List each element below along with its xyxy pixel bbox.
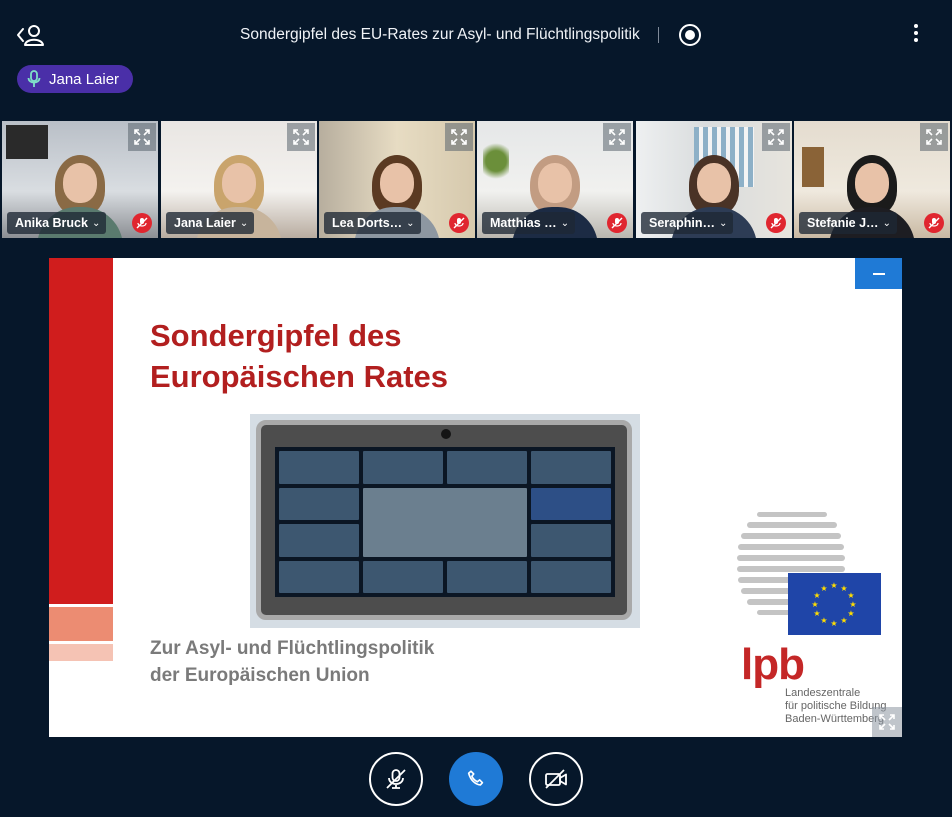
slide-title-line: Sondergipfel des [150, 318, 402, 353]
top-bar: Sondergipfel des EU-Rates zur Asyl- und … [0, 0, 952, 68]
lpb-logo-text: lpb [741, 640, 805, 689]
expand-icon [451, 129, 467, 145]
slide-subtitle-line: der Europäischen Union [150, 665, 370, 686]
minimize-icon [872, 272, 885, 275]
chevron-down-icon: ⌄ [719, 217, 728, 229]
participant-name-menu[interactable]: Lea Dorts… ⌄ [324, 212, 421, 234]
muted-microphone-icon [766, 213, 786, 233]
participant-name: Seraphin… [649, 216, 715, 230]
participant-name-menu[interactable]: Seraphin… ⌄ [641, 212, 734, 234]
participant-name: Matthias … [490, 216, 557, 230]
chevron-down-icon: ⌄ [91, 217, 101, 229]
svg-text:★: ★ [830, 581, 837, 590]
more-options-icon [914, 24, 918, 28]
expand-video-button[interactable] [920, 123, 948, 151]
svg-text:★: ★ [820, 616, 827, 625]
svg-text:★: ★ [847, 591, 854, 600]
expand-icon [609, 129, 625, 145]
users-toggle-icon [17, 25, 44, 46]
muted-microphone-icon [607, 213, 627, 233]
camera-dot [441, 429, 451, 439]
muted-microphone-icon [132, 213, 152, 233]
participant-name: Anika Bruck [15, 216, 88, 230]
video-tile[interactable]: Lea Dorts… ⌄ [319, 121, 475, 238]
expand-icon [134, 129, 150, 145]
slide-subtitle-line: Zur Asyl- und Flüchtlingspolitik [150, 638, 435, 659]
muted-microphone-icon [924, 213, 944, 233]
talking-indicator[interactable]: Jana Laier [17, 65, 134, 93]
slide-title-line: Europäischen Rates [150, 359, 449, 394]
expand-icon [768, 129, 784, 145]
lpb-subtext-line: Landeszentrale [785, 687, 861, 699]
minimize-presentation-button[interactable] [855, 258, 902, 289]
plant-decoration [483, 139, 509, 183]
chevron-down-icon: ⌄ [239, 217, 249, 229]
record-icon[interactable] [678, 24, 701, 46]
video-tile[interactable]: Jana Laier ⌄ [161, 121, 317, 238]
presentation-slide: Sondergipfel des Europäischen Rates Zur … [49, 258, 902, 737]
video-tile[interactable]: Stefanie J… ⌄ [794, 121, 950, 238]
chevron-down-icon: ⌄ [882, 217, 891, 229]
users-toggle-button[interactable] [14, 20, 50, 50]
fullscreen-button[interactable] [872, 707, 902, 737]
participant-name-menu[interactable]: Anika Bruck ⌄ [7, 212, 107, 234]
title-divider [657, 27, 659, 43]
participant-name-menu[interactable]: Matthias … ⌄ [482, 212, 576, 234]
participant-name-menu[interactable]: Stefanie J… ⌄ [799, 212, 897, 234]
wall-poster [6, 125, 48, 159]
leave-audio-button[interactable] [449, 752, 503, 806]
video-conference-grid [275, 447, 615, 597]
microphone-icon [27, 70, 41, 87]
door-frame [802, 147, 824, 187]
chevron-down-icon: ⌄ [560, 217, 570, 229]
monitor-image [256, 420, 632, 620]
expand-icon [293, 129, 309, 145]
video-tile[interactable]: Seraphin… ⌄ [636, 121, 792, 238]
participant-name: Jana Laier [174, 216, 236, 230]
slide-accent-bar [49, 258, 113, 604]
fullscreen-icon [879, 714, 895, 730]
video-toggle-button[interactable] [529, 752, 583, 806]
slide-title: Sondergipfel des Europäischen Rates [150, 315, 448, 397]
svg-text:★: ★ [811, 600, 818, 609]
expand-video-button[interactable] [128, 123, 156, 151]
slide-subtitle: Zur Asyl- und Flüchtlingspolitik der Eur… [150, 635, 434, 689]
slide-accent-bar [49, 644, 113, 661]
chevron-down-icon: ⌄ [406, 217, 415, 229]
more-options-button[interactable] [906, 22, 926, 48]
video-tile[interactable]: Matthias … ⌄ [477, 121, 633, 238]
slide-photo [250, 414, 640, 628]
svg-text:★: ★ [840, 616, 847, 625]
expand-icon [926, 129, 942, 145]
talking-name: Jana Laier [49, 70, 120, 88]
microphone-muted-icon [386, 769, 406, 789]
participant-name-menu[interactable]: Jana Laier ⌄ [166, 212, 255, 234]
svg-text:★: ★ [849, 600, 856, 609]
svg-text:★: ★ [813, 609, 820, 618]
expand-video-button[interactable] [603, 123, 631, 151]
title-area: Sondergipfel des EU-Rates zur Asyl- und … [240, 24, 701, 46]
expand-video-button[interactable] [287, 123, 315, 151]
mute-button[interactable] [369, 752, 423, 806]
svg-text:★: ★ [847, 609, 854, 618]
video-strip: Anika Bruck ⌄ Jana Laier ⌄ Lea Dorts… ⌄ … [2, 121, 950, 238]
meeting-title: Sondergipfel des EU-Rates zur Asyl- und … [240, 26, 640, 43]
media-controls [0, 752, 952, 806]
expand-video-button[interactable] [762, 123, 790, 151]
svg-text:★: ★ [820, 584, 827, 593]
muted-microphone-icon [449, 213, 469, 233]
expand-video-button[interactable] [445, 123, 473, 151]
slide-accent-bar [49, 607, 113, 641]
participant-name: Stefanie J… [807, 216, 879, 230]
svg-text:★: ★ [830, 619, 837, 628]
video-tile[interactable]: Anika Bruck ⌄ [2, 121, 158, 238]
participant-name: Lea Dorts… [332, 216, 403, 230]
video-off-icon [545, 769, 567, 789]
phone-icon [467, 770, 484, 786]
